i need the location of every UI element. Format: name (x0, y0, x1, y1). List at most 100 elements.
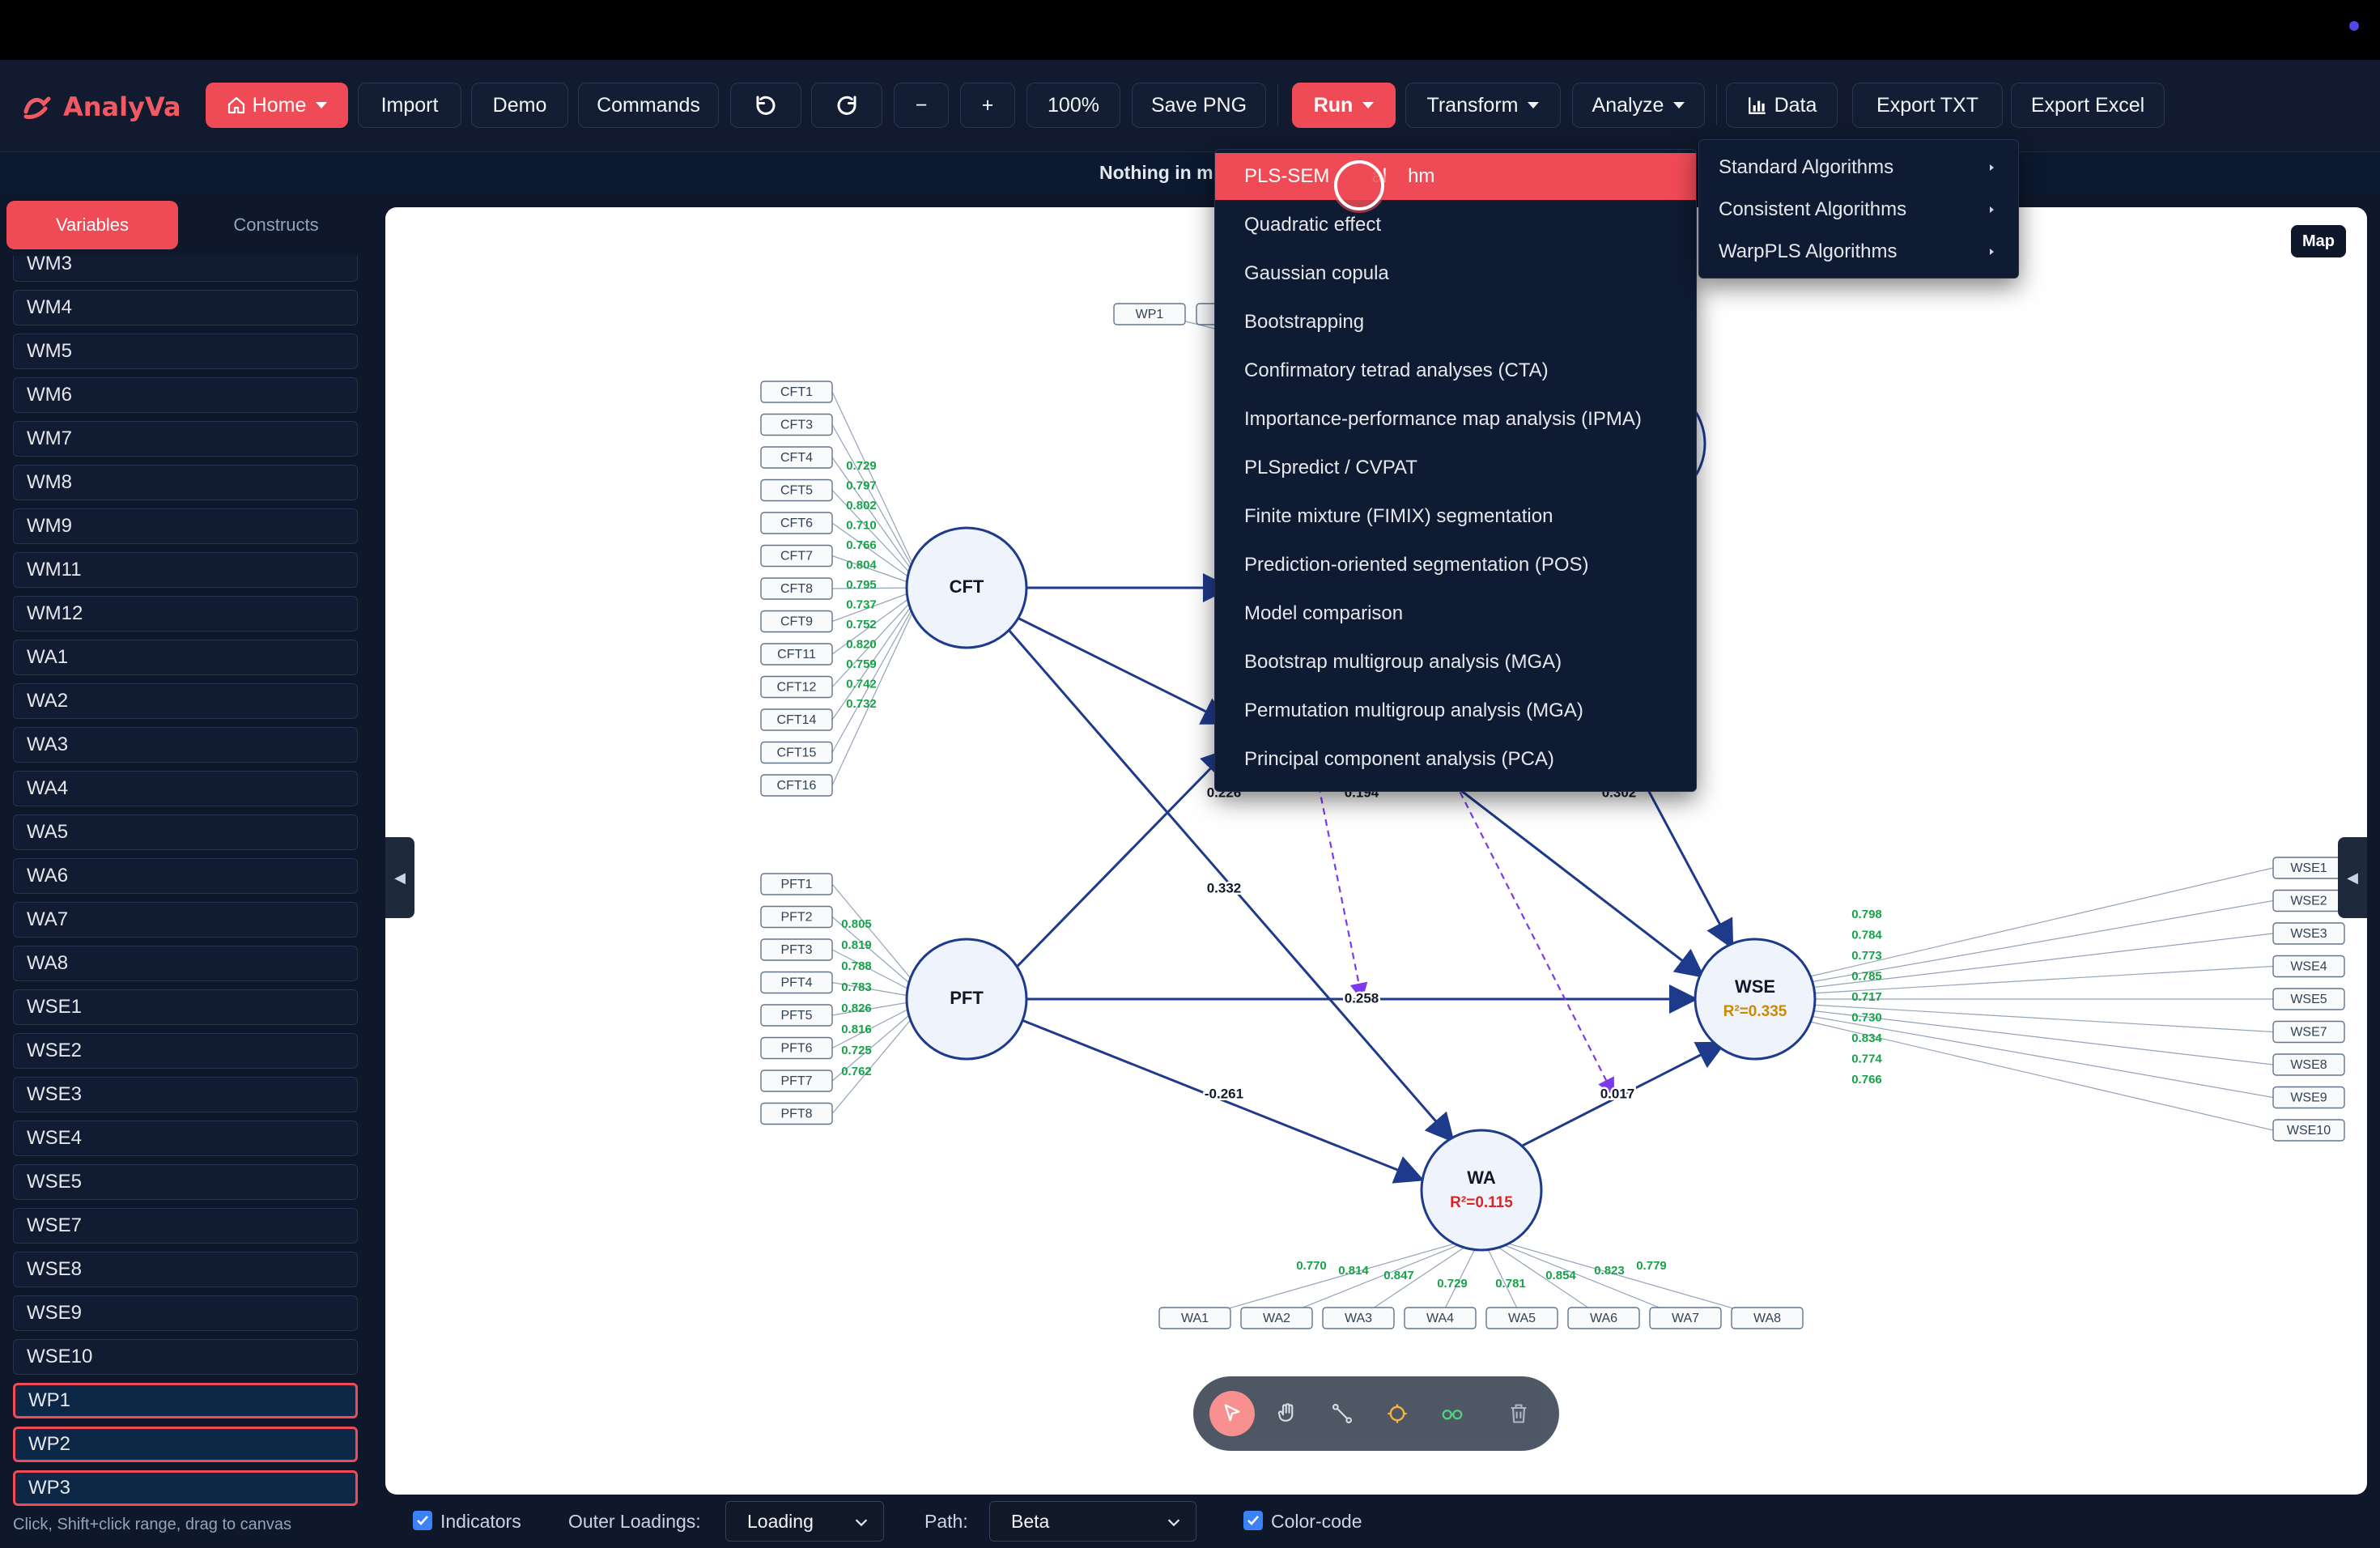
menu-item[interactable]: Principal component analysis (PCA) (1215, 736, 1696, 783)
collapse-left-panel-button[interactable]: ◀ (385, 837, 414, 918)
variable-item[interactable]: WM4 (13, 290, 358, 325)
menu-item[interactable]: Finite mixture (FIMIX) segmentation (1215, 493, 1696, 540)
variable-item[interactable]: WA1 (13, 640, 358, 675)
menu-item-pls-sem-algorithm[interactable]: PLS-SEM al hm (1215, 153, 1696, 200)
variable-item[interactable]: WSE5 (13, 1164, 358, 1200)
r-squared-value: R²=0.335 (1723, 1003, 1787, 1020)
connect-tool-button[interactable] (1320, 1391, 1365, 1436)
indicator-label: WA2 (1263, 1312, 1290, 1325)
tab-constructs[interactable]: Constructs (186, 201, 366, 249)
variable-list[interactable]: WM3 WM4 WM5 WM6 WM7 WM8 WM9 WM11 WM12 WA1 WA2 WA3 WA… (13, 256, 359, 1519)
variable-item[interactable]: WM6 (13, 377, 358, 413)
menu-item[interactable]: PLSpredict / CVPAT (1215, 444, 1696, 491)
loading-value: 0.742 (846, 677, 877, 691)
map-button[interactable]: Map (2291, 225, 2346, 257)
export-txt-button[interactable]: Export TXT (1852, 83, 2003, 128)
construct-icon (1388, 1404, 1407, 1423)
commands-button[interactable]: Commands (578, 83, 719, 128)
demo-button[interactable]: Demo (471, 83, 568, 128)
zoom-out-button[interactable]: − (894, 83, 949, 128)
collapse-right-panel-button[interactable]: ◀ (2338, 837, 2367, 918)
submenu-item[interactable]: Consistent Algorithms (1699, 189, 2018, 231)
variable-item[interactable]: WA6 (13, 858, 358, 894)
trash-icon (1511, 1404, 1527, 1423)
construct-wse[interactable] (1694, 938, 1817, 1061)
pan-tool-button[interactable] (1264, 1391, 1310, 1436)
variable-item[interactable]: WSE3 (13, 1077, 358, 1112)
transform-button[interactable]: Transform (1405, 83, 1561, 128)
redo-button[interactable] (811, 83, 882, 128)
variable-item[interactable]: WM5 (13, 334, 358, 369)
indicators-checkbox[interactable] (413, 1511, 432, 1530)
home-label: Home (252, 93, 307, 117)
menu-item[interactable]: Permutation multigroup analysis (MGA) (1215, 687, 1696, 734)
variable-item[interactable]: WSE2 (13, 1033, 358, 1069)
construct-wa[interactable] (1420, 1129, 1543, 1252)
run-button[interactable]: Run (1292, 83, 1396, 128)
canvas-options-bar: Indicators Outer Loadings: Loading Path:… (385, 1495, 2367, 1548)
construct-tool-button[interactable] (1375, 1391, 1420, 1436)
canvas-tool-palette (1193, 1376, 1559, 1451)
undo-button[interactable] (730, 83, 801, 128)
variable-item[interactable]: WA2 (13, 683, 358, 719)
menu-item[interactable]: Prediction-oriented segmentation (POS) (1215, 542, 1696, 589)
indicator-label: WA6 (1590, 1312, 1617, 1325)
zoom-level-button[interactable]: 100% (1026, 83, 1120, 128)
loading-value: 0.783 (841, 980, 872, 994)
construct-label: PFT (950, 988, 984, 1008)
menu-item[interactable]: Bootstrapping (1215, 299, 1696, 346)
delete-tool-button[interactable] (1496, 1391, 1541, 1436)
menu-item[interactable]: Importance-performance map analysis (IPM… (1215, 396, 1696, 443)
variable-item[interactable]: WSE9 (13, 1295, 358, 1331)
data-button[interactable]: Data (1726, 83, 1838, 128)
submenu-item[interactable]: WarpPLS Algorithms (1699, 231, 2018, 273)
variable-item[interactable]: WA3 (13, 727, 358, 763)
variable-item[interactable]: WM8 (13, 465, 358, 500)
moderator-tool-button[interactable] (1430, 1391, 1475, 1436)
loading-value: 0.797 (846, 478, 877, 492)
indicator-label: WA3 (1345, 1312, 1372, 1325)
indicator-label: PFT4 (780, 976, 812, 990)
variable-item[interactable]: WP3 (13, 1470, 358, 1506)
menu-item[interactable]: Gaussian copula (1215, 250, 1696, 297)
variable-item[interactable]: WA5 (13, 814, 358, 850)
path-select[interactable]: Beta (989, 1501, 1196, 1542)
loading-line (1276, 1244, 1462, 1319)
variable-item[interactable]: WSE4 (13, 1121, 358, 1156)
menu-item[interactable]: Model comparison (1215, 590, 1696, 637)
export-excel-button[interactable]: Export Excel (2011, 83, 2165, 128)
color-code-checkbox[interactable] (1243, 1511, 1263, 1530)
indicator-label: WSE2 (2290, 895, 2327, 908)
variable-item[interactable]: WM9 (13, 508, 358, 544)
path-value: Beta (1011, 1510, 1050, 1532)
outer-loadings-select[interactable]: Loading (725, 1501, 884, 1542)
chevron-down-icon (316, 102, 328, 108)
variable-item[interactable]: WM11 (13, 552, 358, 588)
variable-item[interactable]: WSE8 (13, 1252, 358, 1287)
submenu-item[interactable]: Standard Algorithms (1699, 147, 2018, 189)
menu-item[interactable]: Confirmatory tetrad analyses (CTA) (1215, 347, 1696, 394)
chevron-left-icon: ◀ (394, 869, 406, 886)
analyze-button[interactable]: Analyze (1572, 83, 1705, 128)
save-png-button[interactable]: Save PNG (1132, 83, 1266, 128)
variable-item[interactable]: WSE10 (13, 1339, 358, 1375)
variable-item[interactable]: WP2 (13, 1427, 358, 1462)
loading-value: 0.795 (846, 578, 877, 592)
home-button[interactable]: Home (206, 83, 348, 128)
zoom-in-button[interactable]: + (960, 83, 1015, 128)
select-tool-button[interactable] (1209, 1391, 1255, 1436)
variable-item[interactable]: WM12 (13, 596, 358, 632)
connector-icon (1332, 1403, 1353, 1424)
variable-item[interactable]: WA8 (13, 946, 358, 981)
variable-item[interactable]: WM3 (13, 256, 358, 282)
import-button[interactable]: Import (358, 83, 461, 128)
variable-item[interactable]: WA4 (13, 771, 358, 806)
menu-item[interactable]: Quadratic effect (1215, 202, 1696, 249)
variable-item[interactable]: WA7 (13, 902, 358, 938)
variable-item[interactable]: WSE7 (13, 1208, 358, 1244)
variable-item[interactable]: WP1 (13, 1383, 358, 1418)
menu-item[interactable]: Bootstrap multigroup analysis (MGA) (1215, 639, 1696, 686)
variable-item[interactable]: WSE1 (13, 989, 358, 1025)
variable-item[interactable]: WM7 (13, 421, 358, 457)
tab-variables[interactable]: Variables (6, 201, 178, 249)
